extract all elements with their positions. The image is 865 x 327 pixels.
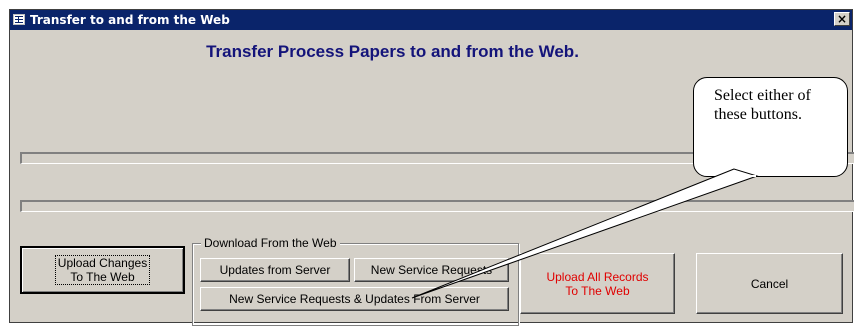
- callout-pointer: [411, 168, 759, 299]
- screenshot-stage: Transfer to and from the Web × Transfer …: [0, 0, 865, 327]
